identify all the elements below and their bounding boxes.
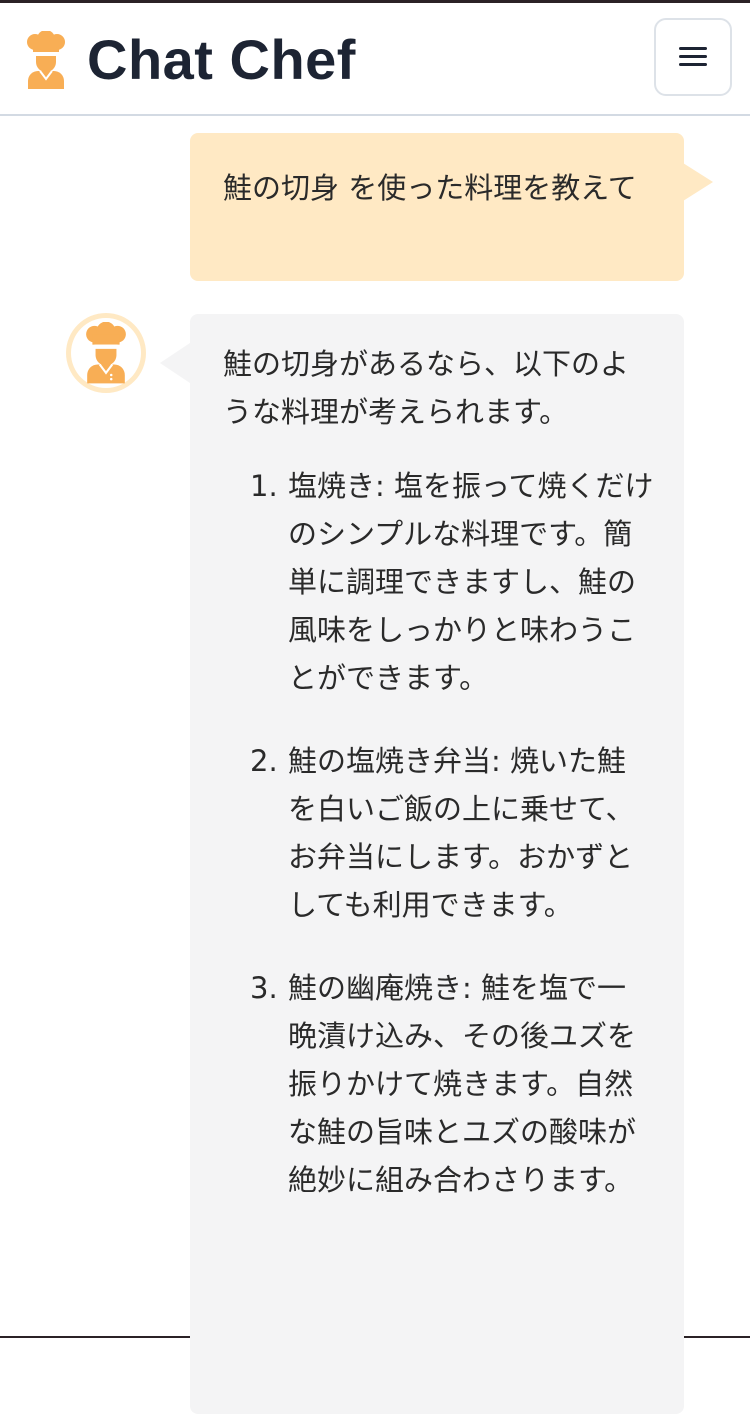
recipe-number: 2.	[250, 744, 278, 778]
assistant-avatar	[66, 313, 146, 393]
hamburger-menu-icon	[679, 47, 707, 67]
recipe-list: 1. 塩焼き: 塩を振って焼くだけのシンプルな料理です。簡単に調理できますし、鮭…	[223, 462, 654, 1204]
app-header: Chat Chef	[0, 3, 750, 116]
assistant-bubble-tail	[160, 343, 190, 383]
assistant-message-bubble: 鮭の切身があるなら、以下のような料理が考えられます。 1. 塩焼き: 塩を振って…	[190, 314, 684, 1414]
user-message-bubble: 鮭の切身 を使った料理を教えて	[190, 133, 684, 281]
recipe-number: 3.	[250, 971, 278, 1005]
chef-icon	[27, 31, 65, 89]
recipe-text: 塩焼き: 塩を振って焼くだけのシンプルな料理です。簡単に調理できますし、鮭の風味…	[288, 469, 654, 695]
menu-button[interactable]	[654, 18, 732, 96]
assistant-intro-text: 鮭の切身があるなら、以下のような料理が考えられます。	[223, 347, 630, 429]
recipe-text: 鮭の塩焼き弁当: 焼いた鮭を白いご飯の上に乗せて、お弁当にします。おかずとしても…	[288, 744, 635, 922]
recipe-list-item: 1. 塩焼き: 塩を振って焼くだけのシンプルな料理です。簡単に調理できますし、鮭…	[223, 462, 654, 702]
recipe-text: 鮭の幽庵焼き: 鮭を塩で一晩漬け込み、その後ユズを振りかけて焼きます。自然な鮭の…	[288, 971, 637, 1197]
recipe-list-item: 3. 鮭の幽庵焼き: 鮭を塩で一晩漬け込み、その後ユズを振りかけて焼きます。自然…	[223, 964, 654, 1204]
chef-icon	[86, 322, 126, 384]
recipe-number: 1.	[250, 469, 278, 503]
user-message-text: 鮭の切身 を使った料理を教えて	[223, 171, 637, 205]
user-bubble-tail	[683, 163, 713, 201]
recipe-list-item: 2. 鮭の塩焼き弁当: 焼いた鮭を白いご飯の上に乗せて、お弁当にします。おかずと…	[223, 737, 654, 929]
app-title[interactable]: Chat Chef	[87, 27, 356, 93]
